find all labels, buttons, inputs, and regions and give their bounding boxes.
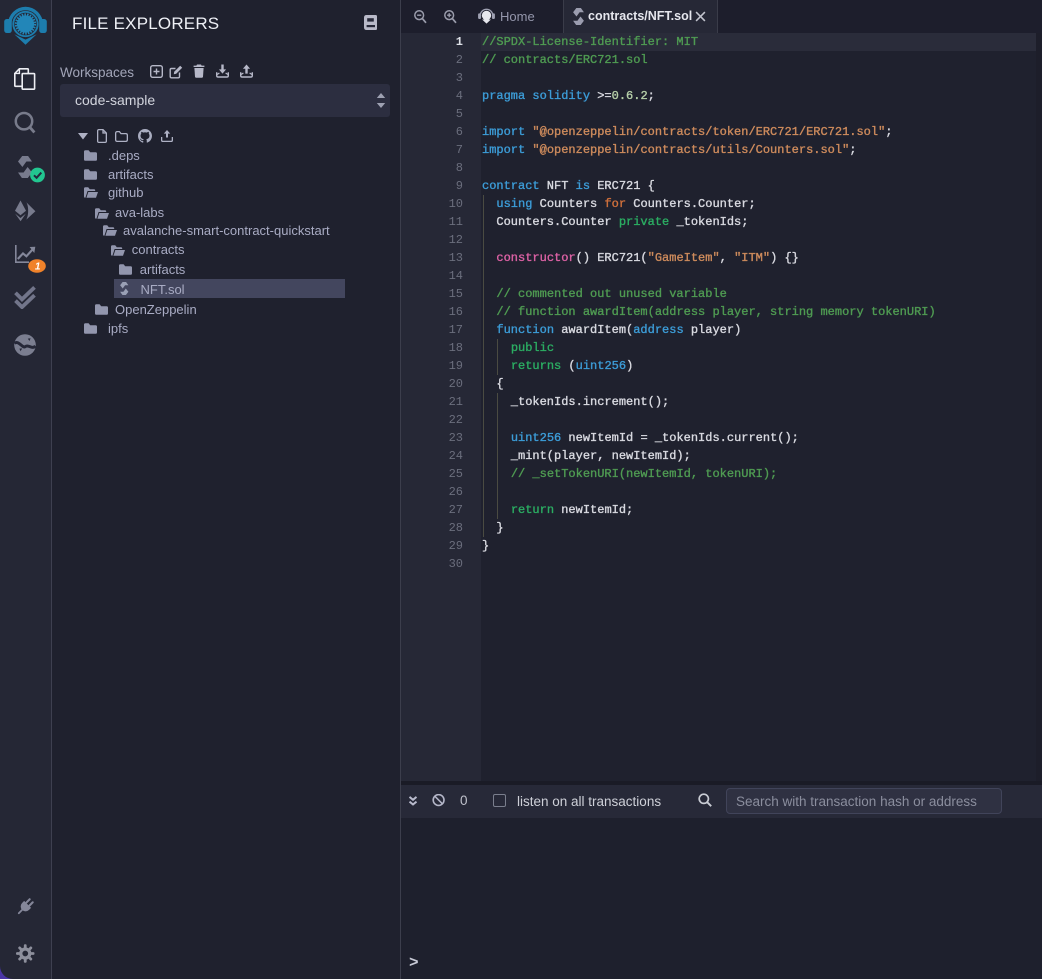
svg-text:1: 1 <box>35 261 41 272</box>
